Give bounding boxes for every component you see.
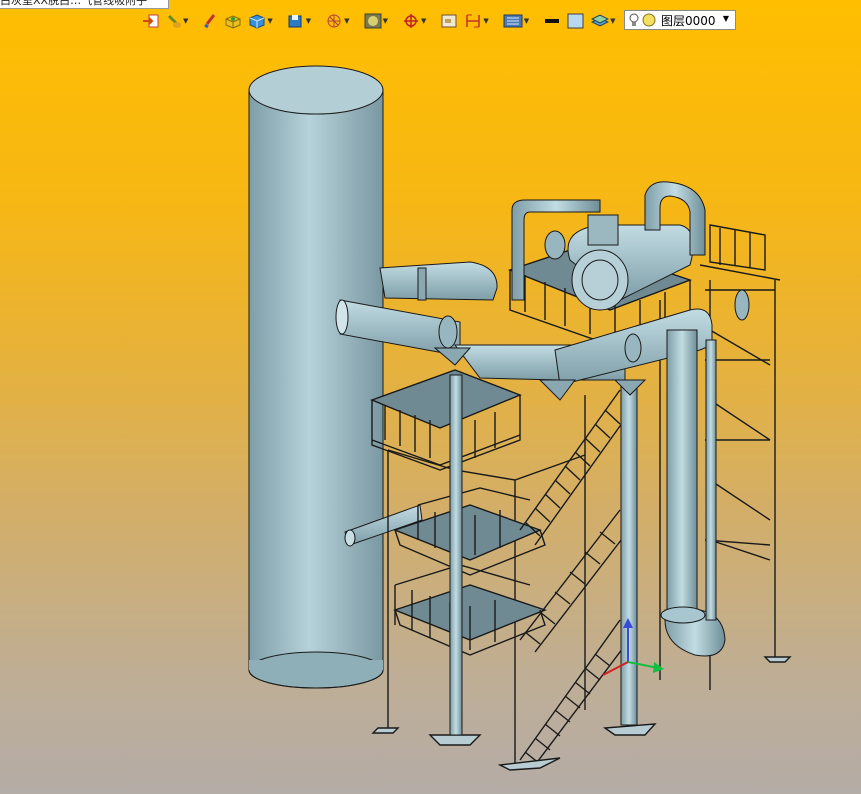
chevron-down-icon: ▼ [267,17,273,25]
shovel-button[interactable]: ▼ [164,11,190,31]
document-tab-title: 白灰室XX脱白…气管线吸附子 [0,0,148,7]
display-button[interactable]: ▼ [501,11,531,31]
view-cube-button[interactable]: ▼ [285,11,313,31]
line-weight-icon [545,19,560,23]
sun-icon [642,13,656,27]
brush-button[interactable] [200,11,220,31]
layer-select-value: 图层0000 [661,13,716,28]
box-yellow-icon [225,15,241,29]
chevron-down-icon: ▼ [382,17,388,25]
dimension-icon [466,14,481,28]
chevron-down-icon: ▼ [305,17,312,25]
shading-icon [364,13,382,29]
chevron-down-icon: ▼ [722,14,729,23]
chevron-down-icon: ▼ [483,17,489,25]
lightbulb-icon [629,13,639,26]
chevron-down-icon: ▼ [183,17,189,25]
box-button[interactable] [222,11,244,31]
steel-frame [370,224,792,771]
layers-icon [591,14,610,27]
view-toolbar: ▼ ▼ ▼ ▼ ▼ ▼ ▼ ▼ ▼ [140,10,618,32]
display-icon [503,14,523,28]
layer-select[interactable]: 图层0000 ▼ [624,10,736,30]
3d-viewport[interactable] [0,34,861,794]
shading-button[interactable]: ▼ [362,11,390,31]
dimension-button[interactable]: ▼ [462,11,490,31]
solid-button[interactable]: ▼ [246,11,274,31]
import-button[interactable] [140,11,162,31]
vertical-tank[interactable] [248,65,384,689]
orbit-button[interactable]: ▼ [323,11,351,31]
snap-button[interactable]: ▼ [400,11,428,31]
chevron-down-icon: ▼ [420,17,427,25]
chevron-down-icon: ▼ [344,17,350,25]
chevron-down-icon: ▼ [610,17,616,25]
document-tab[interactable]: 白灰室XX脱白…气管线吸附子 [0,0,169,9]
orbit-icon [327,14,341,28]
chevron-down-icon: ▼ [523,17,530,25]
line-weight-button[interactable] [541,11,563,31]
brush-icon [204,14,216,29]
shovel-icon [167,14,181,28]
import-icon [143,14,159,28]
layers-button[interactable]: ▼ [589,11,617,31]
color-swatch-icon [567,13,584,29]
view-cube-icon [288,15,302,28]
crosshair-icon [403,14,418,28]
cube-blue-icon [249,14,265,29]
grid-icon [441,14,457,28]
color-button[interactable] [565,11,587,31]
grid-button[interactable] [438,11,460,31]
